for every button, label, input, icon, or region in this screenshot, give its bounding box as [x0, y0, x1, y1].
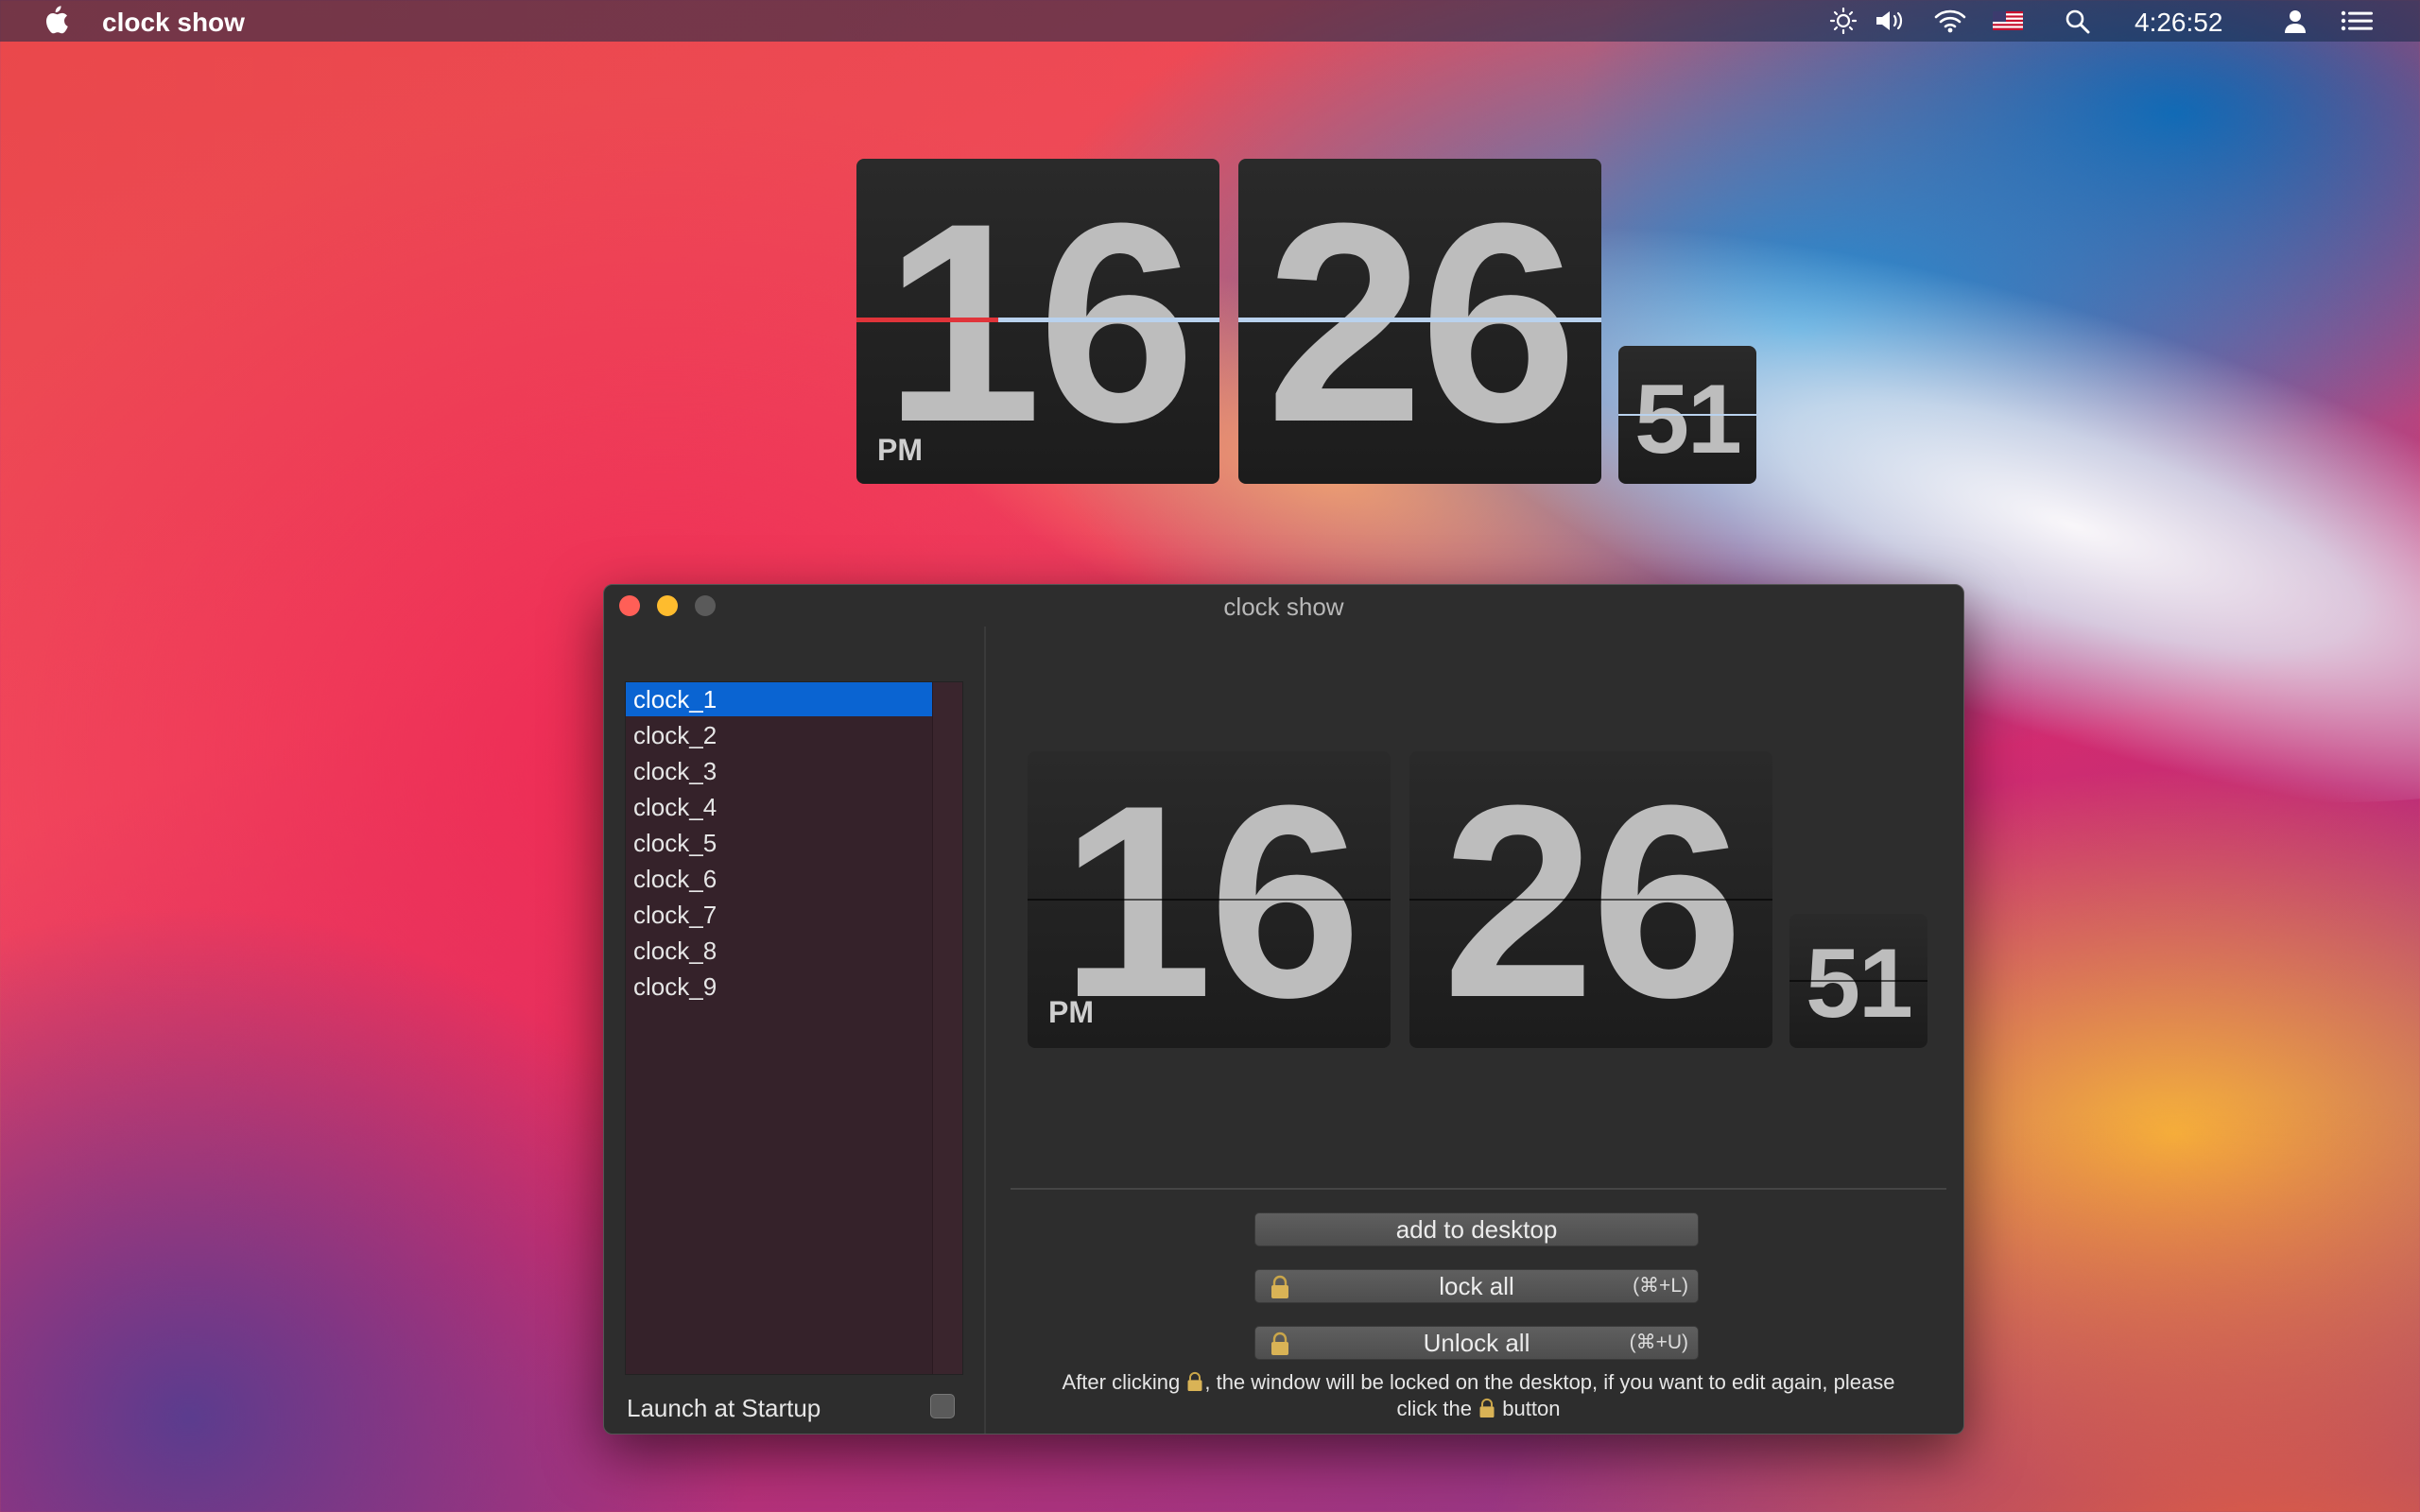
- unlock-all-button[interactable]: Unlock all (⌘+U): [1254, 1326, 1699, 1360]
- add-to-desktop-button[interactable]: add to desktop: [1254, 1212, 1699, 1246]
- list-item[interactable]: clock_6: [626, 862, 932, 896]
- lock-all-shortcut: (⌘+L): [1633, 1275, 1688, 1297]
- note-text: click the: [1396, 1397, 1473, 1420]
- title-bar[interactable]: clock show: [604, 585, 1963, 627]
- user-icon[interactable]: [2281, 8, 2309, 34]
- unlock-all-label: Unlock all: [1423, 1329, 1530, 1357]
- preview-hour-card: 16 PM: [1028, 751, 1391, 1048]
- lock-all-label: lock all: [1439, 1272, 1514, 1300]
- wifi-icon[interactable]: [1933, 8, 1967, 34]
- section-divider: [1011, 1188, 1946, 1190]
- lock-icon: [1479, 1398, 1495, 1418]
- preview-second-card: 51: [1789, 914, 1927, 1048]
- hour-card: 16 PM: [856, 159, 1219, 484]
- clock-list[interactable]: clock_1 clock_2 clock_3 clock_4 clock_5 …: [625, 681, 963, 1375]
- seconds-digits: 51: [1634, 365, 1742, 474]
- menubar-clock[interactable]: 4:26:52: [2135, 8, 2222, 38]
- note-text: After clicking: [1062, 1370, 1181, 1394]
- launch-at-startup-checkbox[interactable]: [930, 1394, 955, 1418]
- menu-bar: clock show 4:26:52: [0, 0, 2420, 42]
- lock-icon: [1271, 1275, 1288, 1298]
- hours-digits: 16: [884, 163, 1196, 481]
- app-menu-name[interactable]: clock show: [102, 8, 245, 38]
- main-window: clock show clock_1 clock_2 clock_3 clock…: [603, 584, 1964, 1435]
- list-item[interactable]: clock_9: [626, 970, 932, 1004]
- list-item[interactable]: clock_4: [626, 790, 932, 824]
- split-divider[interactable]: [984, 627, 986, 1434]
- note-text: button: [1502, 1397, 1561, 1420]
- preview-ampm-label: PM: [1048, 995, 1094, 1029]
- seam-highlight: [1238, 318, 1601, 322]
- seam-highlight: [998, 318, 1219, 322]
- seam-highlight: [856, 318, 998, 322]
- add-to-desktop-label: add to desktop: [1395, 1215, 1558, 1244]
- lock-all-button[interactable]: lock all (⌘+L): [1254, 1269, 1699, 1303]
- minute-card: 26: [1238, 159, 1601, 484]
- list-item[interactable]: clock_3: [626, 754, 932, 788]
- lock-icon: [1271, 1332, 1288, 1355]
- second-card: 51: [1618, 346, 1756, 484]
- minutes-digits: 26: [1266, 163, 1578, 481]
- brightness-icon[interactable]: [1829, 8, 1858, 34]
- unlock-all-shortcut: (⌘+U): [1629, 1332, 1688, 1353]
- list-item[interactable]: clock_7: [626, 898, 932, 932]
- help-note: After clicking , the window will be lock…: [1011, 1369, 1946, 1422]
- note-text: , the window will be locked on the deskt…: [1204, 1370, 1895, 1394]
- apple-icon[interactable]: [42, 6, 68, 34]
- seam-highlight: [1618, 414, 1756, 416]
- preview-minutes-digits: 26: [1442, 751, 1744, 1048]
- list-item[interactable]: clock_1: [626, 682, 932, 716]
- preview-minute-card: 26: [1409, 751, 1772, 1048]
- ampm-label: PM: [877, 433, 923, 467]
- launch-at-startup-label: Launch at Startup: [627, 1394, 821, 1422]
- us-flag-icon[interactable]: [1993, 11, 2023, 30]
- list-scrollbar[interactable]: [932, 682, 962, 1374]
- search-icon[interactable]: [2064, 8, 2092, 34]
- list-item[interactable]: clock_5: [626, 826, 932, 860]
- volume-icon[interactable]: [1874, 8, 1908, 34]
- preview-seconds-digits: 51: [1806, 929, 1913, 1039]
- list-icon[interactable]: [2340, 8, 2376, 34]
- list-item[interactable]: clock_2: [626, 718, 932, 752]
- list-item[interactable]: clock_8: [626, 934, 932, 968]
- window-title: clock show: [1223, 593, 1344, 621]
- lock-icon: [1187, 1371, 1202, 1391]
